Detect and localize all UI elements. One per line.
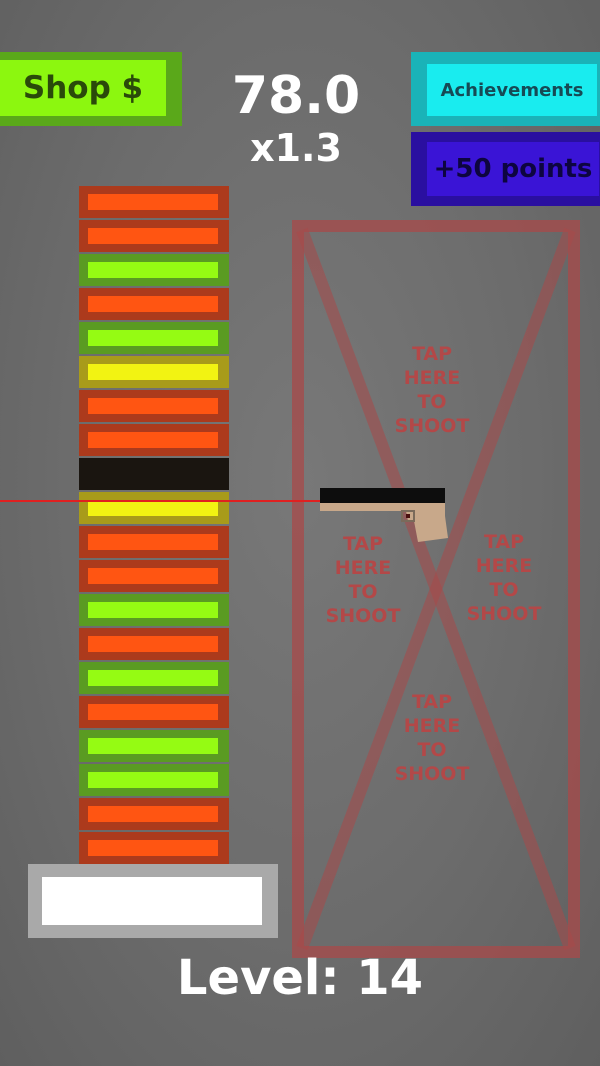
achievements-button[interactable]: Achievements: [411, 52, 600, 126]
target-tile-orange: [79, 288, 229, 320]
target-tile-core: [88, 602, 218, 618]
target-tile-orange: [79, 390, 229, 422]
shop-button[interactable]: Shop $: [0, 52, 182, 126]
target-tile-core: [88, 534, 218, 550]
target-tile-core: [88, 772, 218, 788]
target-tile-core: [88, 398, 218, 414]
target-tile-core: [88, 194, 218, 210]
target-tile-core: [88, 228, 218, 244]
target-tile-core: [88, 262, 218, 278]
tap-label-left: TAP HERE TO SHOOT: [325, 533, 401, 627]
target-tile-green: [79, 254, 229, 286]
target-tile-core: [88, 636, 218, 652]
target-tile-orange: [79, 526, 229, 558]
bonus-points-button[interactable]: +50 points: [411, 132, 600, 206]
target-tile-green: [79, 730, 229, 762]
target-tile-core: [88, 738, 218, 754]
bonus-points-label: +50 points: [427, 142, 599, 196]
target-tile-orange: [79, 424, 229, 456]
target-tile-green: [79, 594, 229, 626]
target-tile-core: [88, 466, 218, 482]
target-tile-green: [79, 662, 229, 694]
target-tile-yellow: [79, 492, 229, 524]
target-tile-core: [88, 296, 218, 312]
target-tile-core: [88, 806, 218, 822]
target-tile-core: [88, 330, 218, 346]
target-tile-orange: [79, 186, 229, 218]
pistol-icon: [320, 488, 448, 542]
target-tile-core: [88, 704, 218, 720]
laser-sight: [0, 500, 320, 502]
target-tile-orange: [79, 628, 229, 660]
target-tile-orange: [79, 832, 229, 864]
target-tile-orange: [79, 696, 229, 728]
tap-label-top: TAP HERE TO SHOOT: [394, 343, 470, 437]
shoot-zone[interactable]: TAP HERE TO SHOOT TAP HERE TO SHOOT TAP …: [292, 220, 580, 958]
target-tile-orange: [79, 560, 229, 592]
target-tile-core: [88, 568, 218, 584]
achievements-button-label: Achievements: [427, 64, 597, 116]
level-indicator: Level: 14: [176, 950, 424, 1006]
target-tile-green: [79, 322, 229, 354]
multiplier: x1.3: [250, 126, 342, 170]
target-tile-green: [79, 764, 229, 796]
target-stack: [79, 186, 229, 866]
tap-label-bottom: TAP HERE TO SHOOT: [394, 691, 470, 785]
target-tile-core: [88, 432, 218, 448]
score: 78.0: [231, 66, 361, 126]
target-tile-core: [88, 840, 218, 856]
target-tile-core: [88, 670, 218, 686]
power-meter-fill: [42, 877, 262, 925]
target-tile-core: [88, 500, 218, 516]
target-tile-dark: [79, 458, 229, 490]
target-tile-orange: [79, 220, 229, 252]
tap-label-right: TAP HERE TO SHOOT: [466, 531, 542, 625]
target-tile-yellow: [79, 356, 229, 388]
shop-button-label: Shop $: [0, 60, 166, 116]
target-tile-core: [88, 364, 218, 380]
target-tile-orange: [79, 798, 229, 830]
power-meter: [28, 864, 278, 938]
